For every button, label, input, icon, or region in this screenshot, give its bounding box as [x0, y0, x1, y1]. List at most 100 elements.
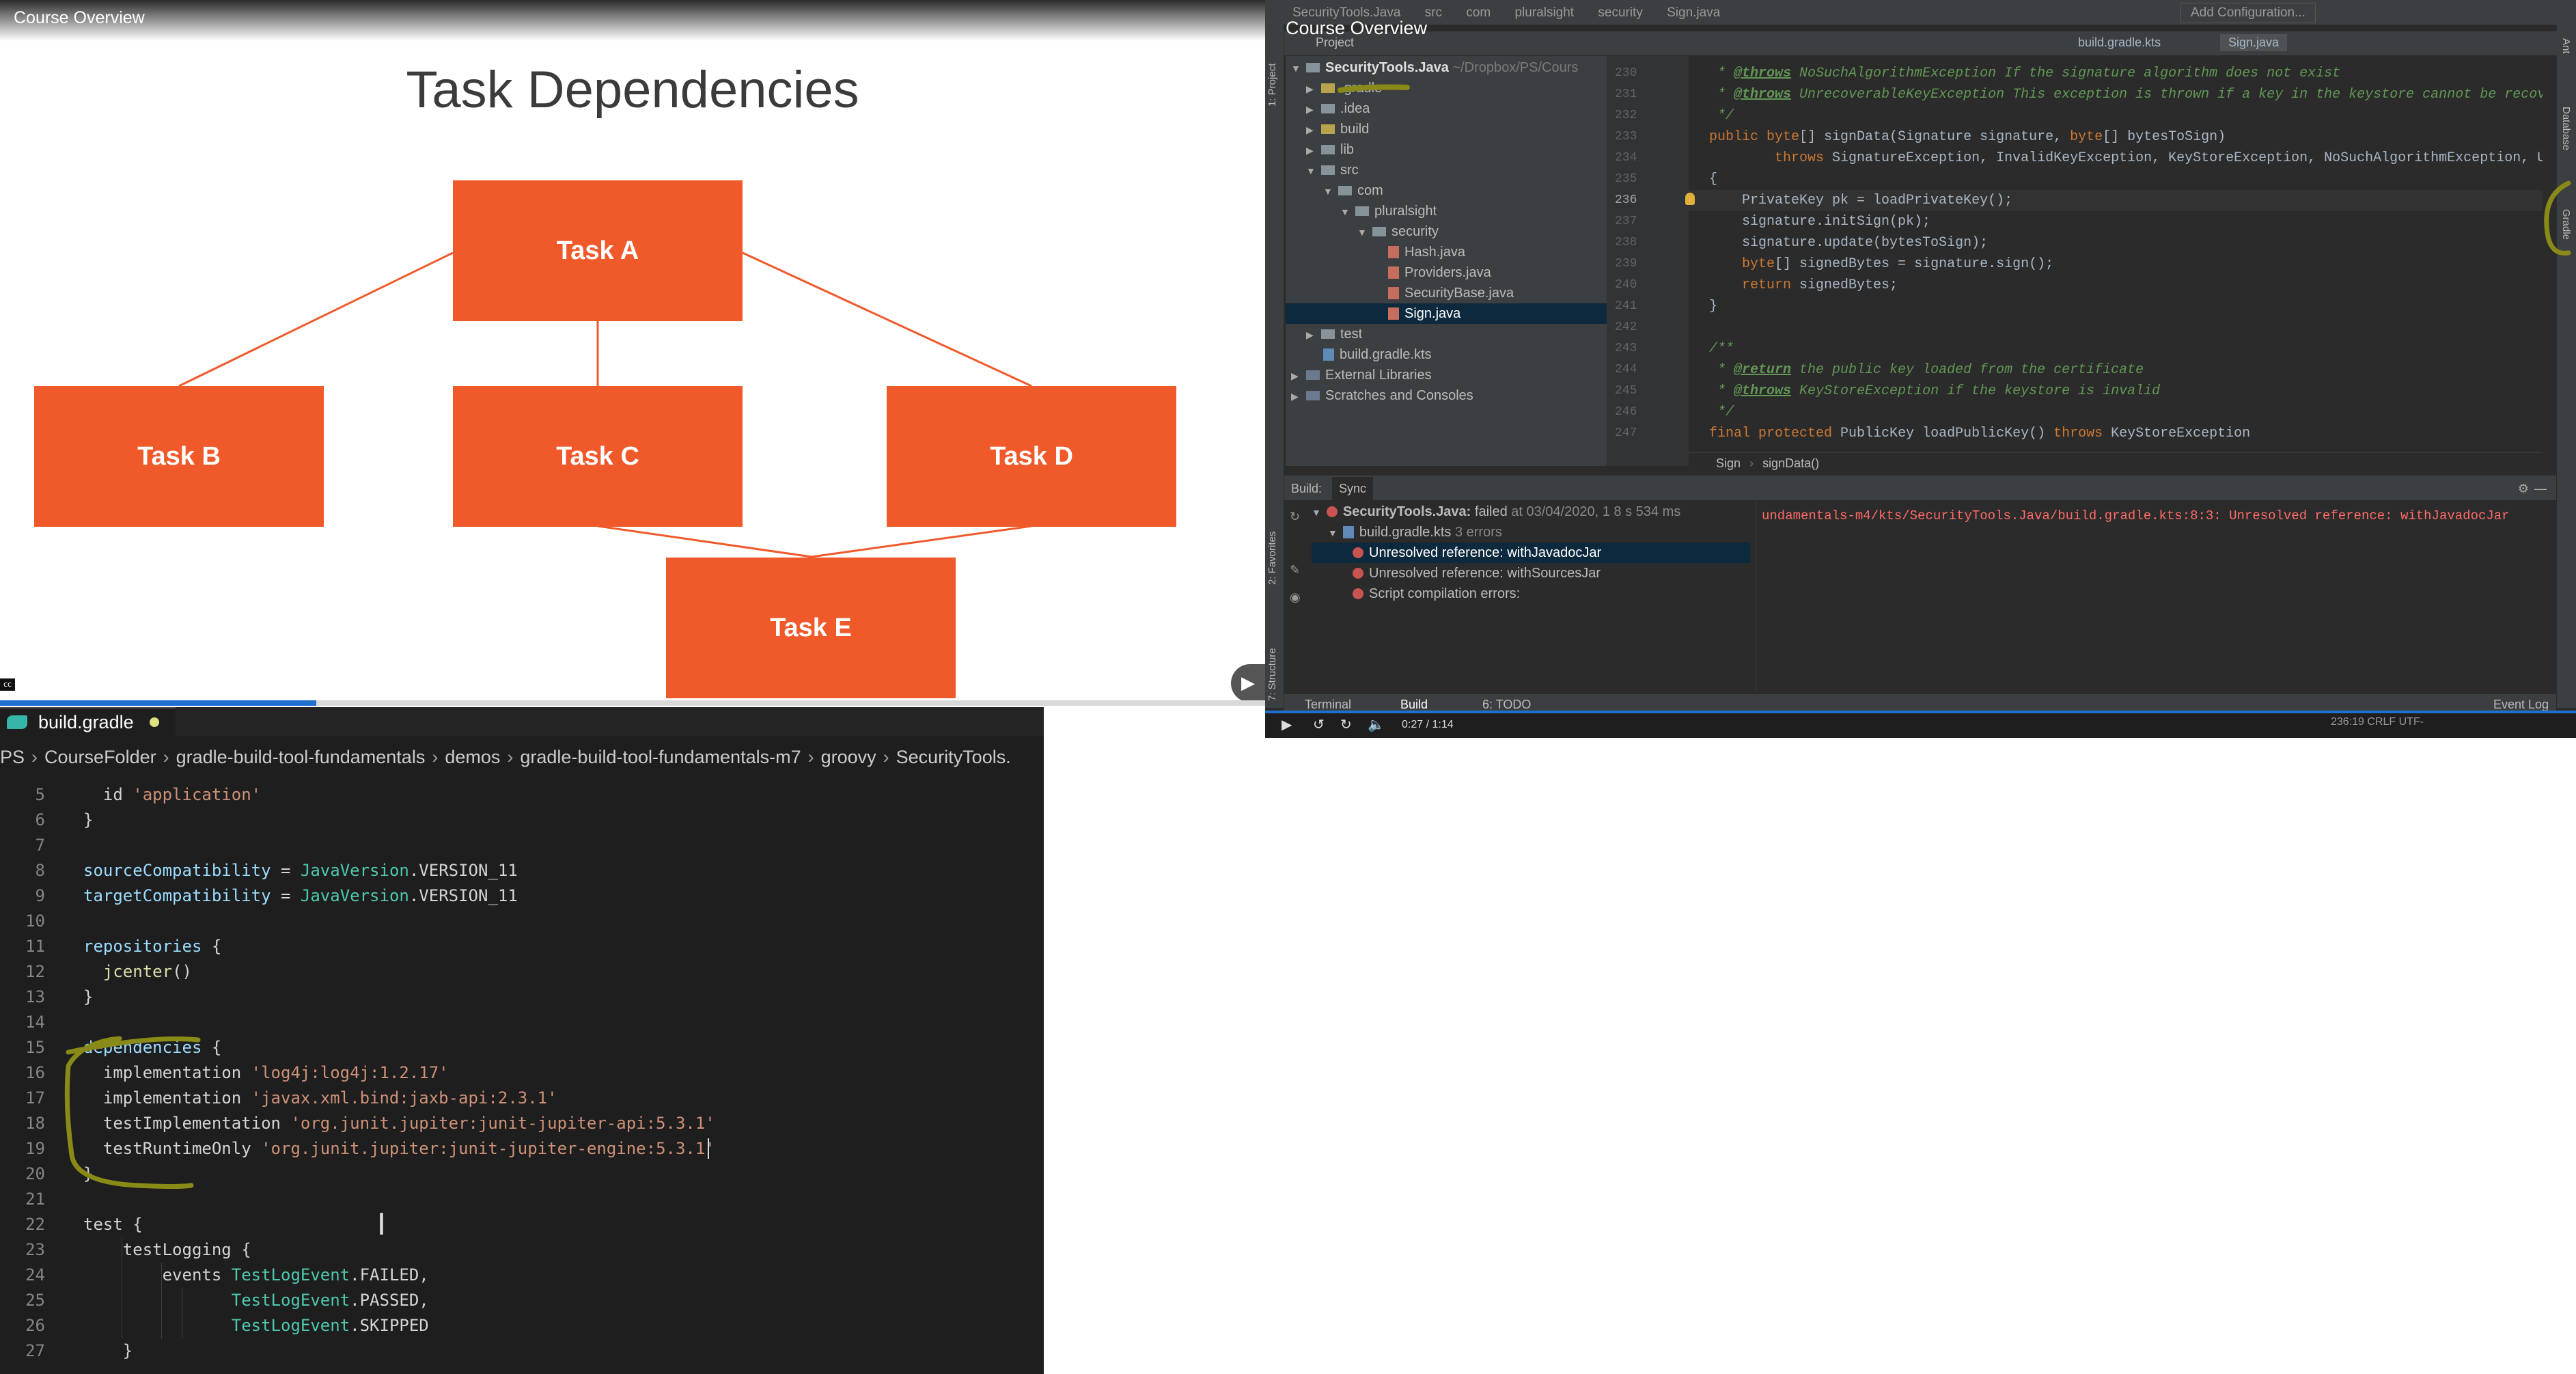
tree-item[interactable]: ▶ Scratches and Consoles — [1291, 385, 1473, 406]
line-number: 246 — [1615, 405, 1637, 419]
tree-item[interactable]: ▶ build — [1306, 119, 1369, 139]
tree-item[interactable]: SecurityBase.java — [1388, 283, 1514, 303]
eye-icon[interactable]: ◉ — [1290, 590, 1303, 604]
editor-breadcrumbs: Sign › signData() — [1689, 452, 2543, 473]
lightbulb-icon[interactable] — [1685, 193, 1695, 205]
ant-tool-button[interactable]: Ant — [2560, 38, 2572, 54]
tree-item[interactable]: ▶ lib — [1306, 139, 1354, 160]
breadcrumb-item[interactable]: SecurityTools. — [896, 747, 1011, 767]
tree-root[interactable]: ▼ SecurityTools.Java ~/Dropbox/PS/Cours — [1291, 57, 1578, 78]
line-number: 11 — [25, 937, 45, 956]
error-row[interactable]: Script compilation errors: — [1353, 583, 1520, 604]
sync-tab[interactable]: Sync — [1332, 477, 1374, 500]
line-number: 5 — [35, 785, 45, 804]
tree-item[interactable]: Hash.java — [1388, 242, 1465, 262]
gradle-tool-button[interactable]: Gradle — [2560, 209, 2572, 240]
left-tool-strip: 1: Project 2: Favorites 7: Structure — [1265, 25, 1284, 708]
captions-icon[interactable]: cc — [0, 678, 15, 691]
nav-crumb[interactable]: src — [1425, 5, 1442, 20]
line-number: 231 — [1615, 87, 1637, 101]
rewind-icon[interactable]: ↺ — [1313, 716, 1325, 733]
tree-item[interactable]: ▼ com — [1323, 180, 1383, 201]
add-configuration-button[interactable]: Add Configuration... — [2180, 3, 2316, 23]
dependency-lines — [178, 251, 1032, 558]
breadcrumb-item[interactable]: gradle-build-tool-fundamentals — [176, 747, 426, 767]
error-row[interactable]: Unresolved reference: withSourcesJar — [1353, 563, 1601, 583]
line-number: 241 — [1615, 299, 1637, 313]
line-number: 7 — [35, 836, 45, 855]
play-overlay-icon[interactable]: ▶ — [1231, 664, 1265, 702]
project-tree: ▼ SecurityTools.Java ~/Dropbox/PS/Cours ▶… — [1286, 56, 1607, 466]
structure-tool-button[interactable]: 7: Structure — [1266, 648, 1278, 701]
tree-item[interactable]: ▼ src — [1306, 160, 1359, 180]
nav-crumb[interactable]: com — [1466, 5, 1491, 20]
code-line: PrivateKey pk = loadPrivateKey(); — [1693, 193, 2013, 208]
volume-icon[interactable]: 🔈 — [1368, 716, 1385, 733]
code-line: dependencies { — [83, 1038, 222, 1057]
breadcrumb-item[interactable]: PS — [0, 747, 25, 767]
breadcrumb-item[interactable]: gradle-build-tool-fundamentals-m7 — [520, 747, 801, 767]
code-line: byte[] signedBytes = signature.sign(); — [1693, 256, 2054, 272]
tree-item[interactable]: Providers.java — [1388, 262, 1491, 283]
editor-crumb-class[interactable]: Sign — [1716, 456, 1741, 470]
tree-root-path: ~/Dropbox/PS/Cours — [1452, 60, 1579, 75]
code-line: } — [1693, 299, 1718, 314]
edge-d-e — [811, 525, 1032, 558]
line-number: 24 — [25, 1265, 45, 1284]
line-number: 14 — [25, 1013, 45, 1032]
java-editor[interactable]: * @throws NoSuchAlgorithmException If th… — [1689, 56, 2543, 452]
code-line: } — [83, 1164, 94, 1183]
build-gradle-node[interactable]: ▼ build.gradle.kts 3 errors — [1328, 522, 1502, 542]
tree-item[interactable]: ▼ pluralsight — [1340, 201, 1437, 221]
nav-crumb[interactable]: pluralsight — [1514, 5, 1574, 20]
project-tool-button[interactable]: 1: Project — [1266, 64, 1278, 107]
video-progress-bar[interactable] — [1265, 711, 2576, 713]
line-number: 12 — [25, 962, 45, 981]
slide-progress-bar[interactable] — [0, 700, 1265, 706]
line-number: 22 — [25, 1215, 45, 1234]
breadcrumb-item[interactable]: CourseFolder — [44, 747, 156, 767]
minimize-icon[interactable]: — — [2534, 477, 2547, 500]
refresh-icon[interactable]: ↻ — [1290, 510, 1303, 523]
tree-item[interactable]: ▶ test — [1306, 324, 1362, 344]
tree-item[interactable]: ▼ security — [1357, 221, 1439, 242]
tree-item-selected[interactable]: Sign.java — [1286, 303, 1607, 324]
database-tool-button[interactable]: Database — [2560, 107, 2572, 150]
build-output-console[interactable]: undamentals-m4/kts/SecurityTools.Java/bu… — [1756, 501, 2541, 693]
nav-crumb[interactable]: Sign.java — [1667, 5, 1720, 20]
play-icon[interactable]: ▶ — [1282, 716, 1292, 733]
tree-item[interactable]: ▶ .idea — [1306, 98, 1370, 119]
tab-sign-java[interactable]: Sign.java — [2220, 34, 2288, 51]
unsaved-dot-icon[interactable] — [150, 717, 160, 727]
editor-status: 236:19 CRLF UTF- — [2331, 716, 2424, 728]
build-label: Build: — [1291, 482, 1322, 495]
tree-item[interactable]: ▶ External Libraries — [1291, 365, 1432, 385]
build-header: Build: Sync ⚙ — — [1284, 477, 2556, 500]
forward-icon[interactable]: ↻ — [1340, 716, 1352, 733]
editor-crumb-method[interactable]: signData() — [1762, 456, 1819, 470]
line-number: 17 — [25, 1088, 45, 1108]
tab-build-gradle-kts[interactable]: build.gradle.kts — [2070, 34, 2169, 51]
code-line: events TestLogEvent.FAILED, — [83, 1265, 429, 1284]
code-line: signature.initSign(pk); — [1693, 214, 1931, 230]
breadcrumb-item[interactable]: demos — [445, 747, 500, 767]
line-number: 26 — [25, 1316, 45, 1335]
favorites-tool-button[interactable]: 2: Favorites — [1266, 532, 1278, 585]
code-line: final protected PublicKey loadPublicKey(… — [1693, 426, 2251, 441]
error-row-selected[interactable]: Unresolved reference: withJavadocJar — [1312, 542, 1750, 563]
gear-icon[interactable]: ⚙ — [2518, 477, 2529, 500]
breadcrumb-item[interactable]: groovy — [821, 747, 876, 767]
nav-crumb[interactable]: security — [1598, 5, 1642, 20]
tab-build-gradle[interactable]: build.gradle — [0, 707, 176, 736]
task-b-box: Task B — [34, 386, 324, 527]
line-number: 245 — [1615, 384, 1637, 398]
pin-icon[interactable]: ✎ — [1290, 563, 1303, 577]
tree-item[interactable]: build.gradle.kts — [1323, 344, 1432, 365]
line-number: 240 — [1615, 278, 1637, 292]
tree-item[interactable]: ▶ .gradle — [1306, 78, 1382, 98]
gradle-editor[interactable]: id 'application' } sourceCompatibility =… — [83, 782, 1040, 1374]
video-title-shade — [0, 0, 1265, 41]
line-number: 233 — [1615, 130, 1637, 143]
line-number: 18 — [25, 1114, 45, 1133]
build-result-root[interactable]: ▼ SecurityTools.Java: failed at 03/04/202… — [1312, 501, 1680, 522]
